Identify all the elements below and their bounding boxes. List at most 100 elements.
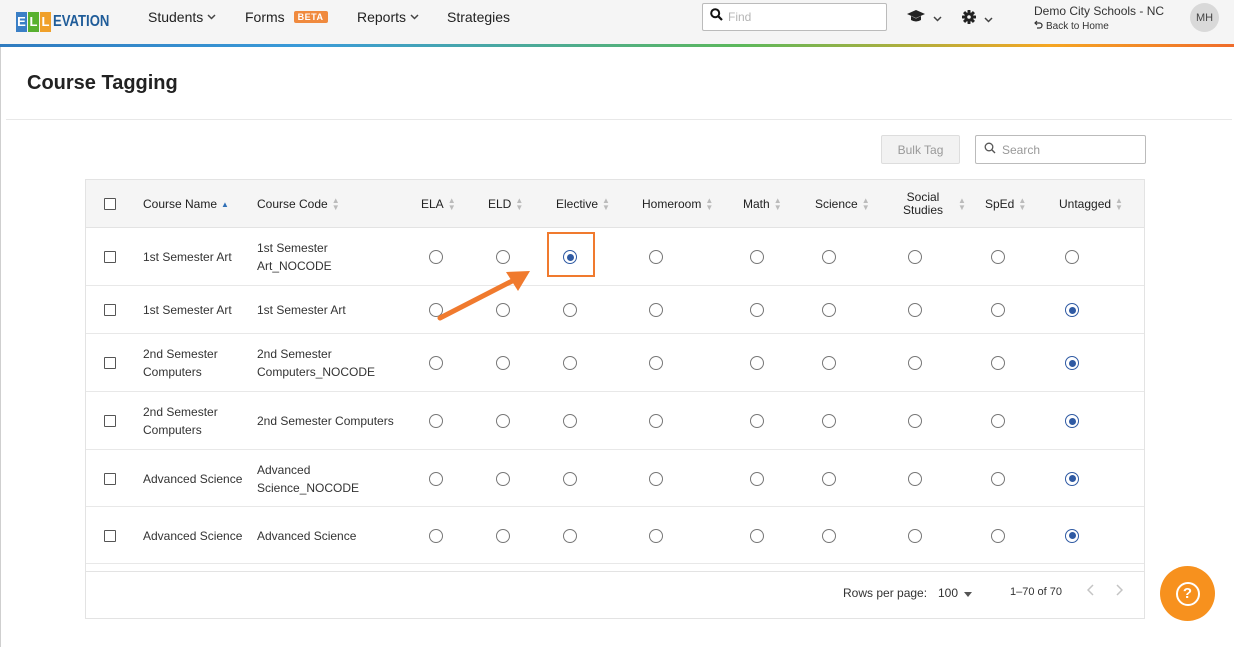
tag-radio-sped[interactable]: [991, 471, 1005, 486]
tag-radio-social-studies[interactable]: [908, 528, 922, 543]
tag-radio-homeroom[interactable]: [649, 414, 663, 428]
search-input[interactable]: [1002, 142, 1132, 157]
tag-radio-eld[interactable]: [496, 414, 510, 428]
tag-radio-sped[interactable]: [991, 528, 1005, 543]
tag-radio-homeroom[interactable]: [649, 528, 663, 543]
tag-radio-eld[interactable]: [496, 356, 510, 370]
row-checkbox[interactable]: [104, 415, 116, 427]
row-checkbox[interactable]: [104, 357, 116, 369]
tag-radio-math[interactable]: [750, 414, 764, 428]
tag-radio-social-studies[interactable]: [908, 414, 922, 428]
tag-radio-math[interactable]: [750, 356, 764, 370]
tag-radio-elective[interactable]: [563, 414, 577, 428]
tag-radio-eld[interactable]: [496, 471, 510, 486]
tag-radio-elective[interactable]: [563, 303, 577, 317]
tag-radio-ela[interactable]: [429, 414, 443, 428]
tag-radio-homeroom[interactable]: [649, 303, 663, 317]
tag-radio-homeroom[interactable]: [649, 356, 663, 370]
tag-radio-social-studies[interactable]: [908, 250, 922, 264]
tag-radio-untagged[interactable]: [1065, 414, 1079, 428]
back-to-home-link[interactable]: Back to Home: [1034, 20, 1109, 32]
district-name: Demo City Schools - NC: [1034, 4, 1165, 18]
column-header-course-code[interactable]: Course Code ▲ ▼: [257, 180, 340, 228]
tag-radio-elective[interactable]: [563, 356, 577, 370]
column-header-homeroom[interactable]: Homeroom ▲ ▼: [642, 180, 713, 228]
tag-radio-ela[interactable]: [429, 250, 443, 264]
chevron-down-icon: [410, 12, 419, 22]
sort-icon: ▲ ▼: [773, 196, 782, 212]
tag-radio-homeroom[interactable]: [649, 250, 663, 264]
previous-page-button[interactable]: [1086, 583, 1095, 601]
find-box[interactable]: [702, 3, 887, 31]
tag-radio-sped[interactable]: [991, 250, 1005, 264]
column-header-science[interactable]: Science ▲ ▼: [815, 180, 870, 228]
tag-radio-science[interactable]: [822, 250, 836, 264]
nav-strategies[interactable]: Strategies: [447, 9, 510, 25]
column-header-eld[interactable]: ELD ▲ ▼: [488, 180, 523, 228]
tag-radio-elective[interactable]: [563, 471, 577, 486]
nav-students-label: Students: [148, 9, 204, 25]
tag-radio-science[interactable]: [822, 303, 836, 317]
tag-radio-homeroom[interactable]: [649, 471, 663, 486]
nav-forms[interactable]: Forms BETA: [245, 9, 328, 25]
chevron-down-icon: [933, 14, 942, 24]
sort-icon: ▲ ▼: [1115, 196, 1123, 212]
tag-radio-sped[interactable]: [991, 303, 1005, 317]
column-header-course-name[interactable]: Course Name ▲: [143, 180, 229, 228]
search-box[interactable]: [975, 135, 1146, 164]
find-input[interactable]: [728, 10, 878, 24]
row-checkbox[interactable]: [104, 251, 116, 263]
tag-radio-elective[interactable]: [563, 528, 577, 543]
tag-radio-sped[interactable]: [991, 356, 1005, 370]
tag-radio-science[interactable]: [822, 414, 836, 428]
graduation-cap-icon: [907, 10, 925, 28]
tag-radio-science[interactable]: [822, 471, 836, 486]
tag-radio-math[interactable]: [750, 471, 764, 486]
row-checkbox[interactable]: [104, 472, 116, 485]
column-header-ela[interactable]: ELA ▲ ▼: [421, 180, 456, 228]
tag-radio-untagged[interactable]: [1065, 528, 1079, 543]
tag-radio-eld[interactable]: [496, 528, 510, 543]
tag-radio-social-studies[interactable]: [908, 356, 922, 370]
column-header-sped[interactable]: SpEd ▲ ▼: [985, 180, 1026, 228]
tag-radio-untagged[interactable]: [1065, 303, 1079, 317]
avatar[interactable]: MH: [1190, 3, 1219, 32]
tag-radio-ela[interactable]: [429, 356, 443, 370]
tag-radio-math[interactable]: [750, 528, 764, 543]
tag-radio-social-studies[interactable]: [908, 471, 922, 486]
column-header-untagged[interactable]: Untagged ▲ ▼: [1059, 180, 1123, 228]
tag-radio-math[interactable]: [750, 303, 764, 317]
tag-radio-untagged[interactable]: [1065, 471, 1079, 486]
row-checkbox[interactable]: [104, 529, 116, 542]
rows-per-page-label: Rows per page:: [843, 586, 928, 600]
caret-down-icon: [964, 586, 973, 600]
column-header-elective[interactable]: Elective ▲ ▼: [556, 180, 610, 228]
select-all-checkbox[interactable]: [104, 198, 116, 210]
next-page-button[interactable]: [1115, 583, 1124, 601]
bulk-tag-button[interactable]: Bulk Tag: [881, 135, 960, 164]
programs-menu[interactable]: [907, 10, 942, 28]
tag-radio-untagged[interactable]: [1065, 250, 1079, 264]
tag-radio-ela[interactable]: [429, 528, 443, 543]
tag-radio-untagged[interactable]: [1065, 356, 1079, 370]
tag-radio-sped[interactable]: [991, 414, 1005, 428]
column-header-math[interactable]: Math ▲ ▼: [743, 180, 782, 228]
row-checkbox[interactable]: [104, 304, 116, 316]
sort-icon: ▲ ▼: [705, 196, 714, 212]
tag-radio-math[interactable]: [750, 250, 764, 264]
tag-radio-ela[interactable]: [429, 471, 443, 486]
ellevation-logo[interactable]: E L L EVATION: [16, 11, 122, 33]
tag-radio-social-studies[interactable]: [908, 303, 922, 317]
table-row: 2nd Semester Computers 2nd Semester Compu…: [86, 334, 1144, 392]
tag-radio-science[interactable]: [822, 356, 836, 370]
tag-radio-eld[interactable]: [496, 250, 510, 264]
column-header-social-studies[interactable]: Social Studies ▲ ▼: [900, 180, 966, 228]
sort-icon: ▲ ▼: [958, 196, 966, 212]
nav-reports[interactable]: Reports: [357, 9, 419, 25]
settings-menu[interactable]: [962, 10, 993, 29]
sort-icon: ▲ ▼: [861, 196, 870, 212]
nav-students[interactable]: Students: [148, 9, 216, 25]
rows-per-page-select[interactable]: 100: [938, 586, 973, 600]
help-button[interactable]: ?: [1160, 566, 1215, 621]
tag-radio-science[interactable]: [822, 528, 836, 543]
